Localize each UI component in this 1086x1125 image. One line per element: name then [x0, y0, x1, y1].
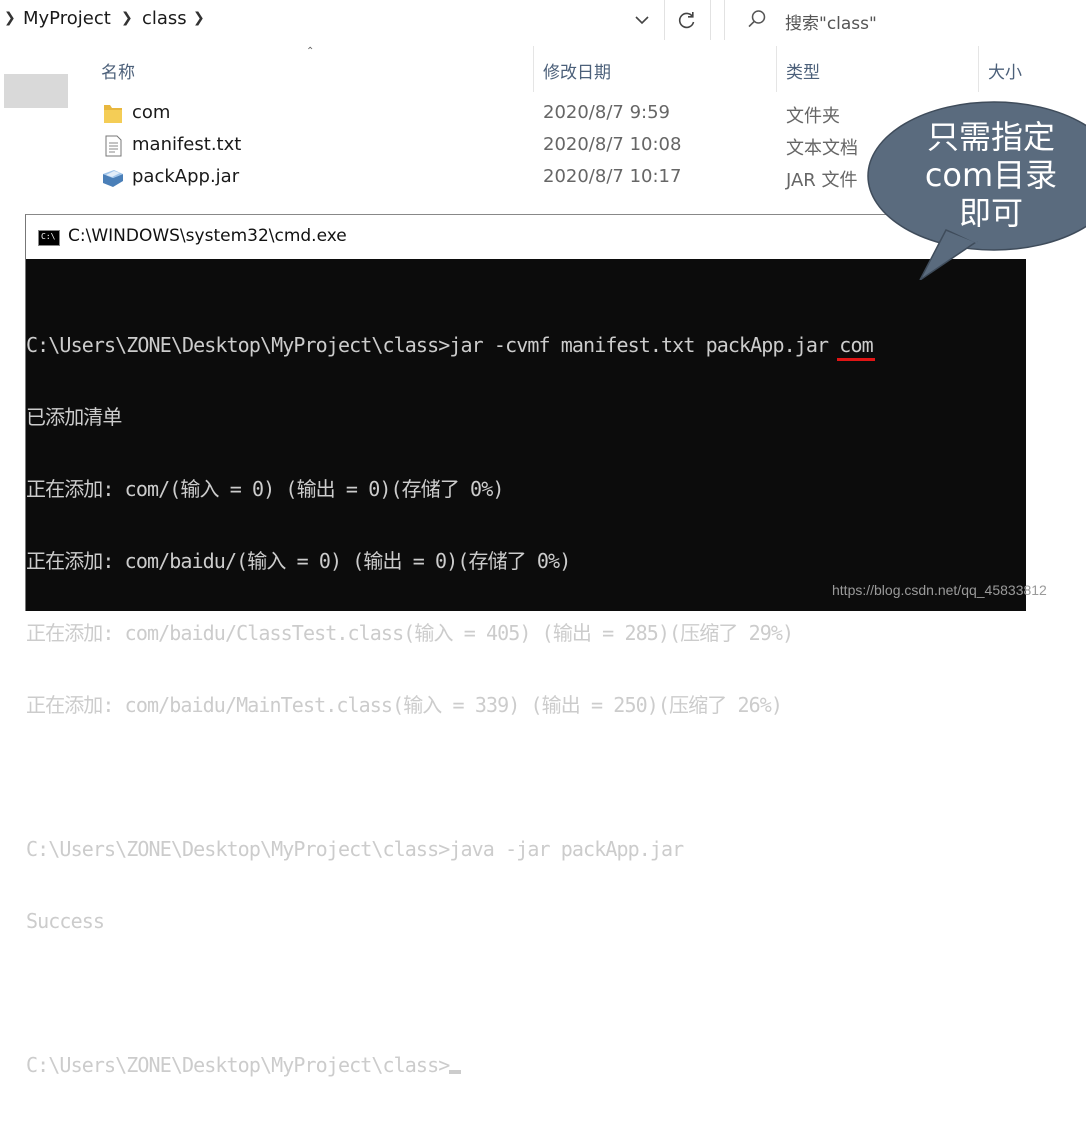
jar-file-icon: [103, 170, 123, 187]
refresh-icon: [678, 12, 695, 29]
console-line: Success: [26, 909, 105, 933]
file-type: JAR 文件: [786, 170, 858, 191]
file-name: com: [132, 102, 171, 123]
console-line: 正在添加: com/baidu/MainTest.class(输入 = 339)…: [26, 693, 783, 717]
column-divider[interactable]: [533, 46, 534, 92]
file-row[interactable]: manifest.txt 2020/8/7 10:08 文本文档: [100, 131, 880, 161]
callout-line: 只需指定: [926, 118, 1055, 156]
cmd-window-title: C:\WINDOWS\system32\cmd.exe: [68, 226, 347, 246]
column-divider[interactable]: [978, 46, 979, 92]
column-header-size[interactable]: 大小: [988, 58, 1022, 83]
folder-icon: [104, 105, 122, 123]
search-placeholder: 搜索"class": [785, 14, 877, 34]
console-line: 已添加清单: [26, 405, 122, 429]
text-file-icon: [105, 135, 122, 157]
callout-line: com目录: [924, 156, 1058, 194]
column-header-date[interactable]: 修改日期: [543, 58, 611, 83]
console-prompt: C:\Users\ZONE\Desktop\MyProject\class>: [26, 1053, 450, 1077]
refresh-button[interactable]: [666, 4, 708, 36]
watermark: https://blog.csdn.net/qq_45833812: [832, 582, 1047, 598]
file-type: 文本文档: [786, 138, 858, 159]
sort-ascending-icon: ⌃: [306, 46, 315, 57]
red-underline: [837, 358, 875, 361]
chevron-right-icon[interactable]: ❯: [193, 10, 205, 26]
chevron-right-icon[interactable]: ❯: [121, 10, 133, 26]
column-divider[interactable]: [776, 46, 777, 92]
address-bar: ❯ MyProject ❯ class ❯ 搜索"class": [0, 0, 1086, 40]
file-date: 2020/8/7 10:08: [543, 134, 682, 155]
file-name: manifest.txt: [132, 134, 242, 155]
console-command: C:\Users\ZONE\Desktop\MyProject\class>ja…: [26, 333, 840, 357]
highlighted-argument: com: [837, 333, 875, 361]
cmd-title-bar[interactable]: C:\ C:\WINDOWS\system32\cmd.exe: [26, 215, 1026, 259]
console-line: 正在添加: com/baidu/ClassTest.class(输入 = 405…: [26, 621, 794, 645]
highlighted-text: com: [839, 333, 873, 357]
console-line: 正在添加: com/baidu/(输入 = 0) (输出 = 0)(存储了 0%…: [26, 549, 571, 573]
breadcrumb-item-myproject[interactable]: MyProject: [23, 8, 111, 29]
address-history-dropdown[interactable]: [622, 6, 662, 34]
nav-pane-selected-item[interactable]: [4, 74, 68, 108]
search-input[interactable]: 搜索"class": [724, 0, 1086, 40]
file-date: 2020/8/7 10:17: [543, 166, 682, 187]
cmd-window[interactable]: C:\ C:\WINDOWS\system32\cmd.exe C:\Users…: [25, 214, 1026, 1077]
column-header-name[interactable]: 名称: [101, 58, 135, 83]
console-output[interactable]: C:\Users\ZONE\Desktop\MyProject\class>ja…: [26, 285, 1026, 1125]
file-name: packApp.jar: [132, 166, 240, 187]
file-date: 2020/8/7 9:59: [543, 102, 670, 123]
cmd-icon: C:\: [38, 230, 60, 246]
file-type: 文件夹: [786, 106, 840, 127]
console-line: 正在添加: com/(输入 = 0) (输出 = 0)(存储了 0%): [26, 477, 504, 501]
search-icon: [748, 10, 766, 28]
console-prompt-line[interactable]: C:\Users\ZONE\Desktop\MyProject\class>: [26, 1053, 1026, 1077]
breadcrumb-item-class[interactable]: class: [142, 8, 187, 29]
chevron-right-icon[interactable]: ❯: [4, 10, 16, 26]
chevron-down-icon: [635, 16, 649, 25]
column-header-type[interactable]: 类型: [786, 58, 820, 83]
text-cursor: [449, 1070, 462, 1074]
address-separator: [710, 0, 711, 40]
console-line: C:\Users\ZONE\Desktop\MyProject\class>ja…: [26, 333, 1026, 361]
file-row[interactable]: packApp.jar 2020/8/7 10:17 JAR 文件: [100, 163, 880, 193]
file-row[interactable]: com 2020/8/7 9:59 文件夹: [100, 99, 880, 129]
address-separator: [664, 0, 665, 40]
console-line: C:\Users\ZONE\Desktop\MyProject\class>ja…: [26, 837, 684, 861]
